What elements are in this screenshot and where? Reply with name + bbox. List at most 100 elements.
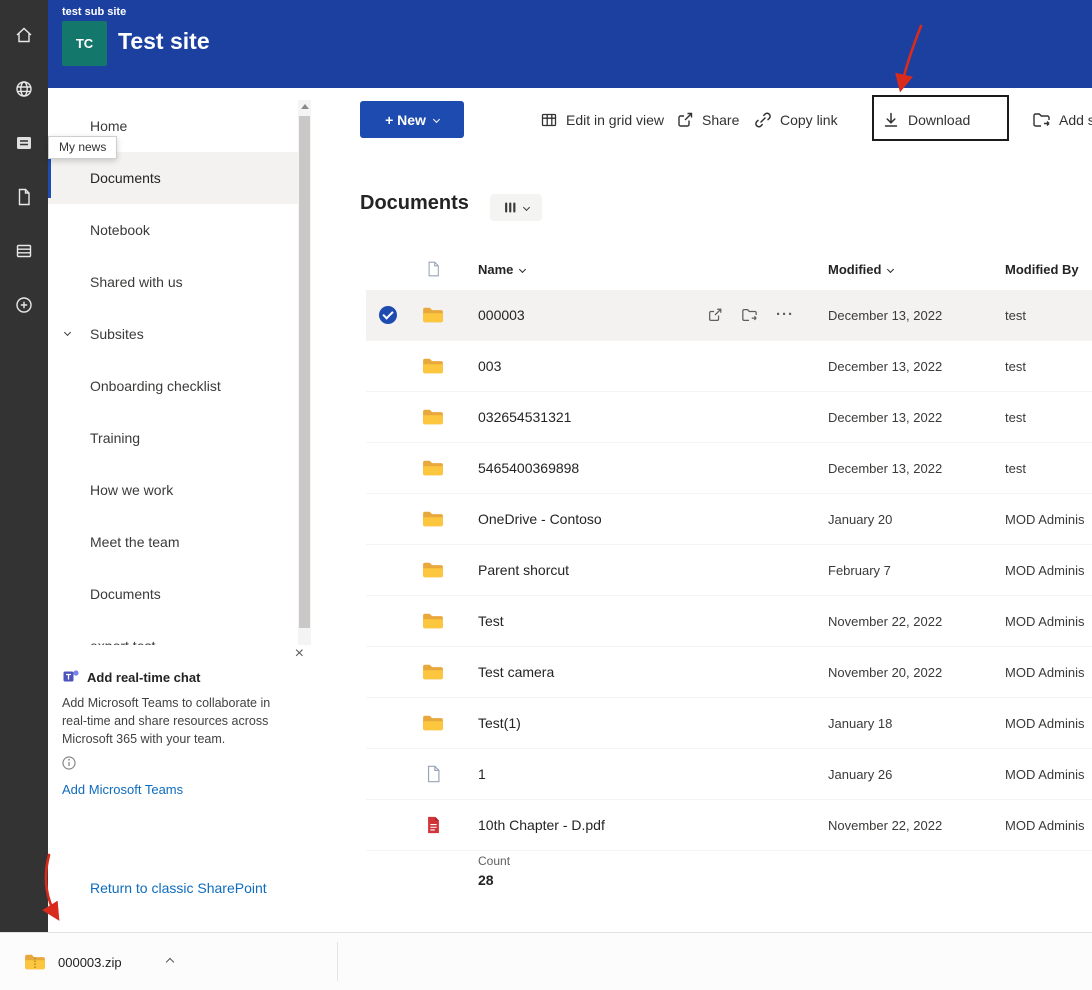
download-options-button[interactable] — [160, 952, 180, 972]
teams-promo-card: × Add real-time chat Add Microsoft Teams… — [62, 646, 306, 798]
table-row[interactable]: 000003 ··· December 13, 2022 test — [366, 290, 1092, 341]
sidebar-scrollbar[interactable] — [298, 100, 311, 645]
download-filename[interactable]: 000003.zip — [58, 955, 122, 970]
main-content: + New Edit in grid view Share Copy link … — [316, 88, 1092, 932]
site-nav: Home Documents Notebook Shared with us S… — [48, 100, 298, 645]
view-selector[interactable] — [490, 194, 542, 221]
nav-label: Subsites — [90, 326, 144, 342]
table-row[interactable]: Test camera November 20, 2022 MOD Admini… — [366, 647, 1092, 698]
nav-item-onboarding-checklist[interactable]: Onboarding checklist — [48, 360, 298, 412]
zip-folder-icon — [24, 953, 46, 971]
folder-icon — [422, 306, 444, 324]
nav-label: Documents — [90, 170, 161, 186]
rail-create-button[interactable] — [0, 278, 48, 332]
table-row[interactable]: Parent shorcut February 7 MOD Adminis — [366, 545, 1092, 596]
chevron-down-icon — [432, 115, 440, 124]
file-name[interactable]: 000003 — [456, 307, 691, 323]
nav-item-shared-with-us[interactable]: Shared with us — [48, 256, 298, 308]
rail-lists-button[interactable] — [0, 224, 48, 278]
documents-list: 000003 ··· December 13, 2022 test 003 De… — [366, 290, 1092, 851]
chevron-down-icon — [63, 328, 72, 337]
modified-cell: January 20 — [828, 511, 893, 527]
nav-item-notebook[interactable]: Notebook — [48, 204, 298, 256]
add-shortcut-button[interactable]: Add s — [1032, 100, 1092, 140]
modified-cell: November 22, 2022 — [828, 817, 943, 833]
pdf-icon — [426, 816, 441, 834]
column-header-modified-by[interactable]: Modified By — [1005, 262, 1079, 277]
table-row[interactable]: 003 December 13, 2022 test — [366, 341, 1092, 392]
file-name[interactable]: Test(1) — [456, 715, 691, 731]
scroll-up-icon[interactable] — [300, 104, 309, 109]
nav-label: How we work — [90, 482, 174, 498]
column-header-modified[interactable]: Modified — [828, 262, 983, 277]
modified-cell: February 7 — [828, 562, 891, 578]
classic-sharepoint-link[interactable]: Return to classic SharePoint — [90, 880, 267, 896]
table-row[interactable]: Test(1) January 18 MOD Adminis — [366, 698, 1092, 749]
download-icon — [882, 111, 900, 129]
download-button[interactable]: Download — [882, 100, 970, 140]
file-name[interactable]: 032654531321 — [456, 409, 691, 425]
folder-icon — [422, 459, 444, 477]
site-title[interactable]: Test site — [118, 28, 210, 55]
folder-icon — [422, 561, 444, 579]
toolbar-label: Add s — [1059, 112, 1092, 128]
file-name[interactable]: OneDrive - Contoso — [456, 511, 691, 527]
rail-globe-button[interactable] — [0, 62, 48, 116]
file-name[interactable]: Parent shorcut — [456, 562, 691, 578]
download-shelf: 000003.zip — [0, 932, 1092, 990]
info-icon[interactable] — [62, 756, 306, 770]
globe-icon — [16, 81, 32, 97]
table-row[interactable]: OneDrive - Contoso January 20 MOD Admini… — [366, 494, 1092, 545]
modified-by-cell: MOD Adminis — [1005, 562, 1085, 578]
rail-news-button[interactable] — [0, 116, 48, 170]
chevron-up-icon — [165, 957, 174, 967]
file-name[interactable]: 10th Chapter - D.pdf — [456, 817, 691, 833]
table-row[interactable]: 032654531321 December 13, 2022 test — [366, 392, 1092, 443]
table-row[interactable]: 1 January 26 MOD Adminis — [366, 749, 1092, 800]
folder-icon — [422, 408, 444, 426]
table-row[interactable]: 10th Chapter - D.pdf November 22, 2022 M… — [366, 800, 1092, 851]
column-header-name[interactable]: Name — [478, 262, 691, 277]
add-teams-link[interactable]: Add Microsoft Teams — [62, 782, 306, 797]
folder-icon — [422, 714, 444, 732]
nav-item-subsites[interactable]: Subsites — [48, 308, 298, 360]
my-news-tooltip: My news — [48, 136, 118, 159]
more-icon[interactable]: ··· — [776, 307, 794, 322]
close-icon[interactable]: × — [295, 646, 304, 662]
add-shortcut-icon[interactable] — [741, 307, 758, 323]
nav-item-documents-2[interactable]: Documents — [48, 568, 298, 620]
table-header: Name Modified Modified By — [366, 248, 1092, 290]
nav-label: Meet the team — [90, 534, 180, 550]
file-name[interactable]: 1 — [456, 766, 691, 782]
scrollbar-thumb[interactable] — [299, 116, 310, 628]
table-row[interactable]: Test November 22, 2022 MOD Adminis — [366, 596, 1092, 647]
chevron-down-icon — [519, 265, 527, 273]
nav-item-documents[interactable]: Documents — [48, 152, 298, 204]
share-button[interactable]: Share — [676, 100, 739, 140]
selected-check-icon[interactable] — [379, 306, 397, 324]
file-name[interactable]: Test camera — [456, 664, 691, 680]
file-name[interactable]: 003 — [456, 358, 691, 374]
copy-link-button[interactable]: Copy link — [754, 100, 838, 140]
app-rail — [0, 0, 48, 932]
document-icon — [18, 188, 30, 206]
nav-item-export-test[interactable]: export test — [48, 620, 298, 645]
file-name[interactable]: 5465400369898 — [456, 460, 691, 476]
share-icon[interactable] — [707, 307, 723, 323]
nav-item-how-we-work[interactable]: How we work — [48, 464, 298, 516]
new-button[interactable]: + New — [360, 101, 464, 138]
rail-document-button[interactable] — [0, 170, 48, 224]
edit-grid-view-button[interactable]: Edit in grid view — [540, 100, 664, 140]
nav-item-meet-the-team[interactable]: Meet the team — [48, 516, 298, 568]
site-logo[interactable]: TC — [62, 21, 107, 66]
file-name[interactable]: Test — [456, 613, 691, 629]
rail-home-button[interactable] — [0, 8, 48, 62]
modified-by-cell: MOD Adminis — [1005, 766, 1085, 782]
folder-icon — [422, 663, 444, 681]
views-icon — [503, 200, 518, 215]
table-row[interactable]: 5465400369898 December 13, 2022 test — [366, 443, 1092, 494]
nav-label: Shared with us — [90, 274, 183, 290]
nav-item-training[interactable]: Training — [48, 412, 298, 464]
file-type-column-icon[interactable] — [410, 261, 456, 277]
download-item[interactable]: 000003.zip — [24, 946, 180, 978]
